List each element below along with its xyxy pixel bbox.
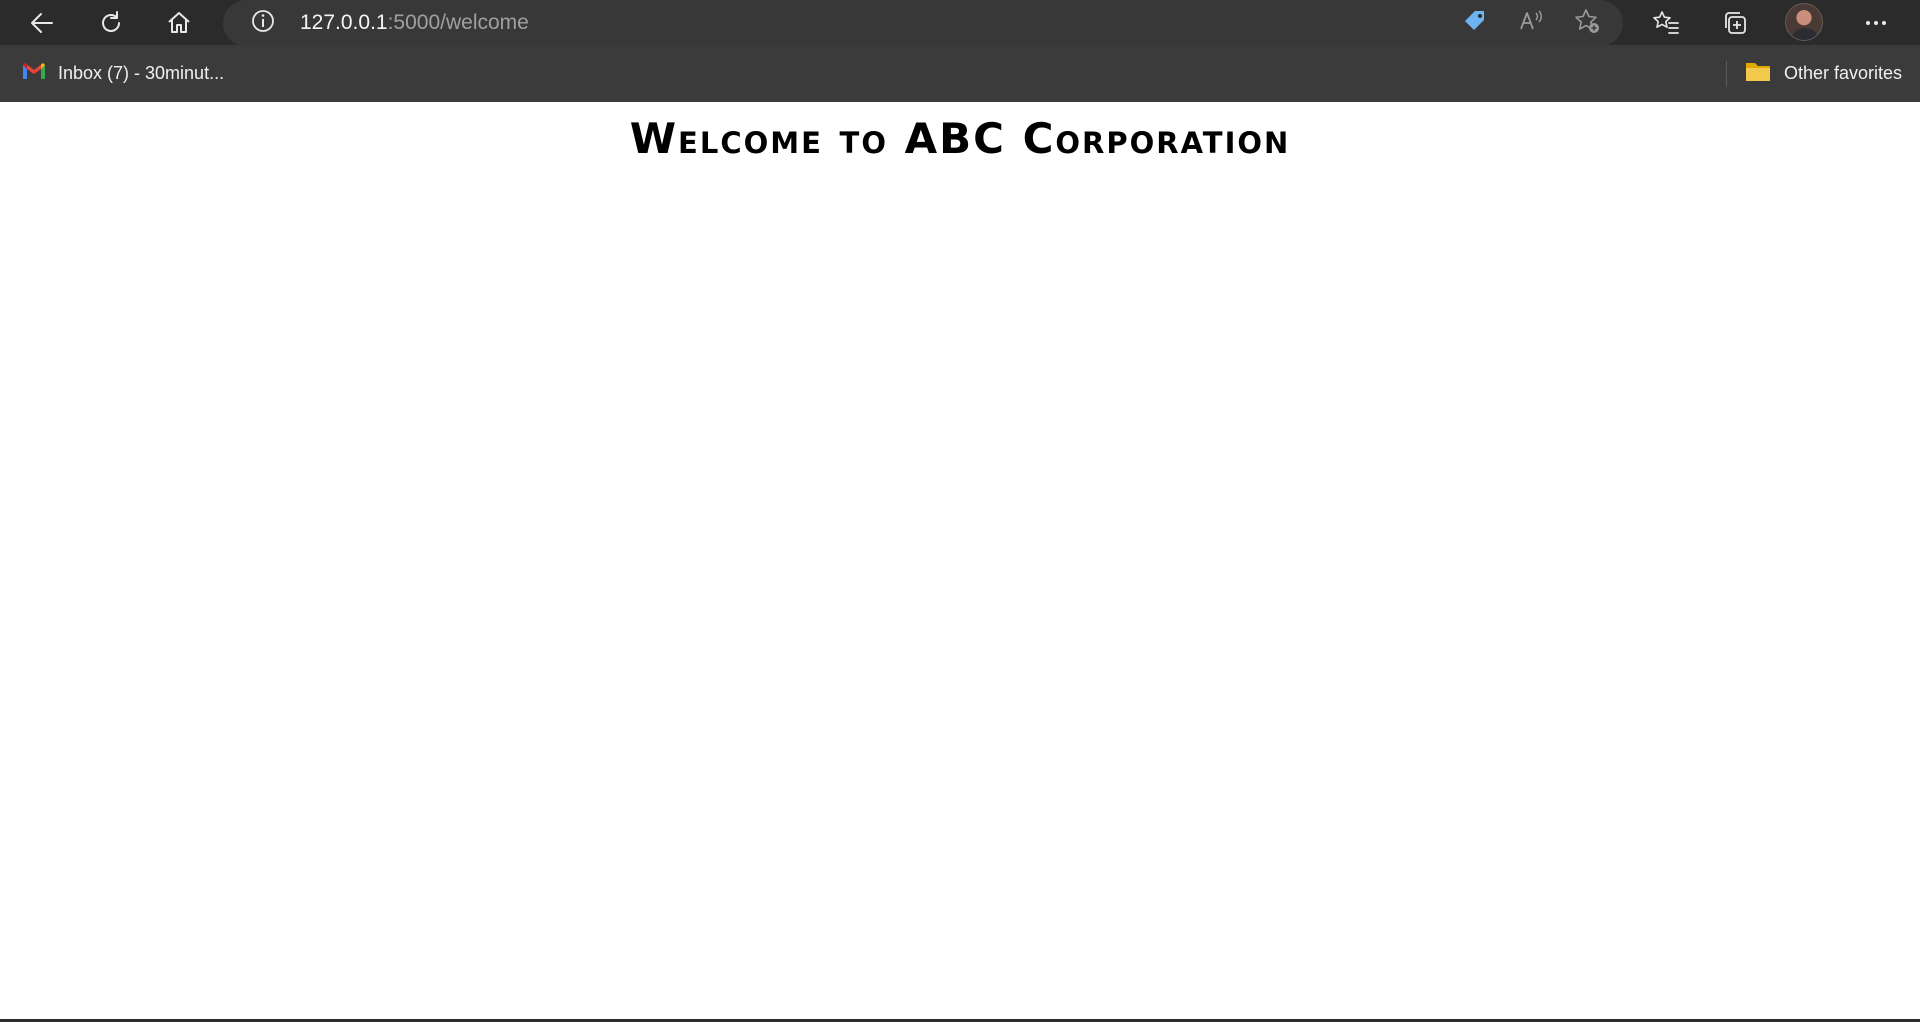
folder-icon	[1744, 59, 1772, 88]
address-bar[interactable]: 127.0.0.1:5000/welcome	[223, 0, 1623, 46]
page-title: Welcome to ABC Corporation	[629, 114, 1291, 163]
other-favorites-folder[interactable]: Other favorites	[1736, 55, 1910, 91]
home-button[interactable]	[159, 3, 199, 43]
menu-button[interactable]	[1856, 3, 1896, 43]
url-path: :5000/welcome	[387, 11, 529, 34]
other-favorites-label: Other favorites	[1784, 62, 1903, 83]
favorites-icon	[1652, 9, 1680, 37]
url-host: 127.0.0.1	[300, 11, 388, 34]
url-text[interactable]: 127.0.0.1:5000/welcome	[300, 0, 529, 46]
favorites-button[interactable]	[1646, 3, 1686, 43]
refresh-icon	[98, 10, 124, 36]
page-content: Welcome to ABC Corporation	[0, 102, 1920, 1020]
read-aloud-icon	[1517, 7, 1545, 40]
collections-icon	[1721, 9, 1749, 37]
info-icon	[250, 8, 276, 39]
back-button[interactable]	[22, 3, 62, 43]
browser-toolbar: 127.0.0.1:5000/welcome	[0, 0, 1920, 46]
back-arrow-icon	[29, 10, 55, 36]
site-info-button[interactable]	[249, 9, 277, 37]
favorite-item-label: Inbox (7) - 30minut...	[58, 62, 225, 83]
avatar[interactable]	[1785, 3, 1823, 41]
favorite-item-inbox[interactable]: Inbox (7) - 30minut...	[14, 55, 232, 91]
refresh-button[interactable]	[91, 3, 131, 43]
more-icon	[1862, 9, 1890, 37]
avatar-body	[1792, 28, 1818, 40]
add-favorite-button[interactable]	[1572, 8, 1602, 38]
collections-button[interactable]	[1715, 3, 1755, 43]
favorites-divider	[1726, 61, 1727, 87]
favorites-bar: Inbox (7) - 30minut... Other favorites	[0, 45, 1920, 102]
tag-icon	[1461, 7, 1489, 40]
read-aloud-button[interactable]	[1516, 8, 1546, 38]
gmail-icon	[22, 61, 46, 86]
add-favorite-icon	[1573, 7, 1601, 40]
shopping-button[interactable]	[1460, 8, 1490, 38]
home-icon	[166, 10, 192, 36]
